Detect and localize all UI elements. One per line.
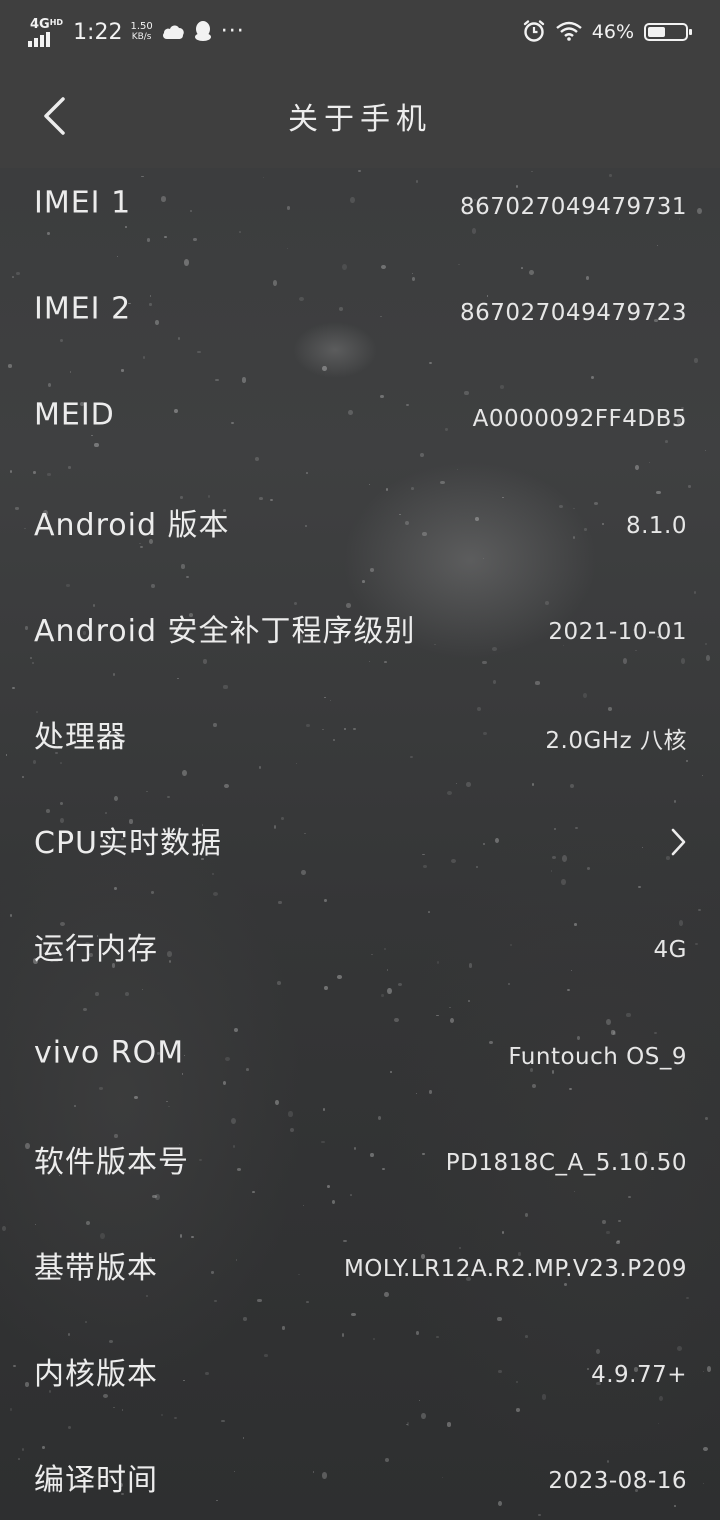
battery-icon — [644, 23, 692, 41]
row-value: 4.9.77+ — [591, 1362, 687, 1389]
network-hd-label: HD — [49, 17, 64, 27]
about-phone-list: IMEI 1 867027049479731 IMEI 2 8670270494… — [0, 168, 720, 1520]
row-security-patch-level[interactable]: Android 安全补丁程序级别 2021-10-01 — [0, 593, 720, 699]
row-label: IMEI 2 — [34, 291, 132, 327]
alarm-clock-icon — [522, 19, 546, 46]
row-label: IMEI 1 — [34, 185, 132, 221]
row-baseband-version[interactable]: 基带版本 MOLY.LR12A.R2.MP.V23.P209 — [0, 1230, 720, 1336]
row-cpu-realtime-data[interactable]: CPU实时数据 — [0, 805, 720, 911]
row-value: Funtouch OS_9 — [508, 1043, 687, 1070]
row-build-time[interactable]: 编译时间 2023-08-16 — [0, 1442, 720, 1520]
row-value: 2.0GHz 八核 — [545, 728, 687, 755]
network-type: 4G — [30, 16, 50, 32]
app-header: 关于手机 — [0, 64, 720, 168]
cloud-icon — [161, 22, 185, 43]
row-value: 867027049479723 — [460, 300, 687, 327]
row-label: vivo ROM — [34, 1035, 185, 1071]
row-label: Android 版本 — [34, 507, 230, 543]
status-right: 46% — [522, 14, 692, 50]
network-indicator: 4G HD — [28, 16, 64, 47]
network-speed: 1.50 KB/s — [130, 21, 152, 43]
row-label: 编译时间 — [34, 1463, 158, 1499]
row-meid[interactable]: MEID A0000092FF4DB5 — [0, 380, 720, 486]
row-ram[interactable]: 运行内存 4G — [0, 911, 720, 1017]
row-label: CPU实时数据 — [34, 826, 222, 862]
qq-penguin-icon — [193, 20, 213, 45]
row-label: 运行内存 — [34, 932, 158, 968]
row-label: 软件版本号 — [34, 1144, 189, 1180]
chevron-right-icon — [671, 828, 686, 856]
row-value: 867027049479731 — [460, 194, 687, 221]
row-value: 8.1.0 — [625, 512, 687, 539]
status-left: 4G HD 1:22 1.50 KB/s ··· — [28, 14, 245, 50]
row-imei-2[interactable]: IMEI 2 867027049479723 — [0, 274, 720, 380]
row-value: PD1818C_A_5.10.50 — [445, 1149, 687, 1176]
more-notifications-icon: ··· — [220, 19, 245, 44]
row-software-version[interactable]: 软件版本号 PD1818C_A_5.10.50 — [0, 1124, 720, 1230]
row-label: MEID — [34, 397, 115, 433]
row-kernel-version[interactable]: 内核版本 4.9.77+ — [0, 1336, 720, 1442]
wifi-icon — [555, 21, 582, 44]
row-processor[interactable]: 处理器 2.0GHz 八核 — [0, 699, 720, 805]
row-value: 2023-08-16 — [548, 1468, 687, 1495]
status-time: 1:22 — [73, 19, 123, 45]
row-label: 处理器 — [34, 720, 127, 756]
row-value: 4G — [653, 937, 687, 964]
status-bar: 4G HD 1:22 1.50 KB/s ··· 46% — [0, 0, 720, 64]
row-vivo-rom[interactable]: vivo ROM Funtouch OS_9 — [0, 1018, 720, 1124]
row-value: A0000092FF4DB5 — [472, 406, 687, 433]
row-value: 2021-10-01 — [548, 618, 687, 645]
signal-icon — [28, 31, 50, 47]
page-title: 关于手机 — [288, 102, 432, 137]
row-android-version[interactable]: Android 版本 8.1.0 — [0, 487, 720, 593]
battery-level — [648, 27, 665, 37]
row-value: MOLY.LR12A.R2.MP.V23.P209 — [343, 1255, 687, 1282]
row-imei-1[interactable]: IMEI 1 867027049479731 — [0, 168, 720, 274]
network-speed-unit: KB/s — [131, 32, 152, 42]
row-label: 基带版本 — [34, 1250, 158, 1286]
row-label: 内核版本 — [34, 1357, 158, 1393]
row-label: Android 安全补丁程序级别 — [34, 613, 416, 649]
battery-percent: 46% — [591, 21, 634, 43]
network-speed-value: 1.50 — [130, 21, 153, 32]
